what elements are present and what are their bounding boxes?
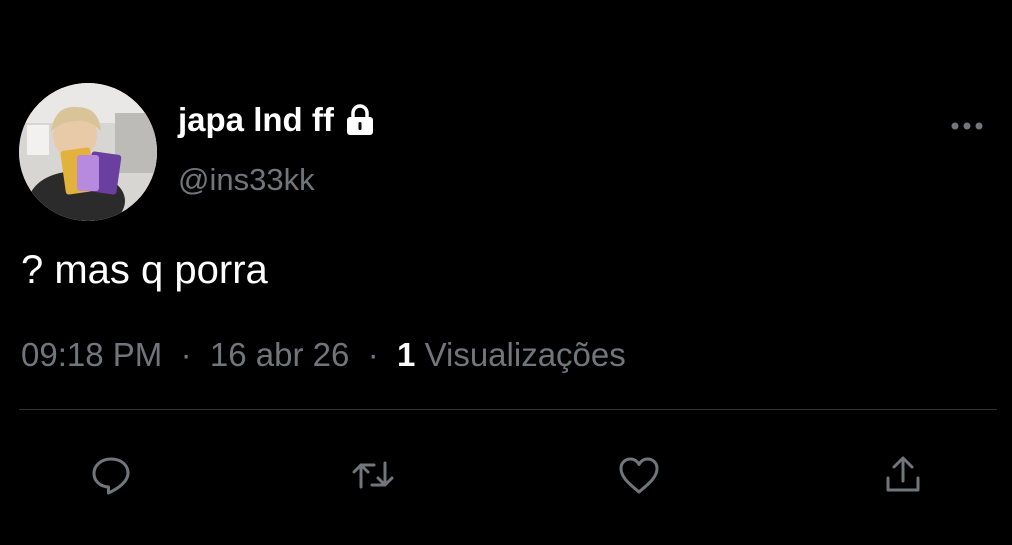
- reply-icon: [89, 453, 133, 497]
- views-count: 1: [397, 336, 416, 373]
- retweet-icon: [350, 453, 396, 497]
- tweet-time[interactable]: 09:18 PM: [21, 336, 162, 373]
- avatar-photo: [19, 83, 157, 221]
- meta-separator: ·: [358, 336, 388, 373]
- display-name-text[interactable]: japa lnd ff: [178, 101, 334, 139]
- tweet-text: ? mas q porra: [21, 248, 268, 292]
- display-name[interactable]: japa lnd ff: [178, 101, 378, 139]
- tweet-date[interactable]: 16 abr 26: [210, 336, 349, 373]
- avatar[interactable]: [19, 83, 157, 221]
- meta-separator: ·: [171, 336, 201, 373]
- share-icon: [881, 453, 925, 497]
- tweet-detail: japa lnd ff @ins33kk ? mas q porra 09:18…: [0, 0, 1012, 545]
- like-icon: [616, 454, 662, 496]
- reply-button[interactable]: [84, 448, 138, 502]
- share-button[interactable]: [876, 448, 930, 502]
- views-label: Visualizações: [424, 336, 626, 373]
- divider: [19, 409, 997, 410]
- retweet-button[interactable]: [346, 448, 400, 502]
- user-handle[interactable]: @ins33kk: [178, 162, 315, 198]
- more-icon[interactable]: [948, 116, 986, 136]
- lock-icon: [342, 102, 378, 138]
- tweet-metadata: 09:18 PM · 16 abr 26 · 1 Visualizações: [21, 336, 626, 374]
- like-button[interactable]: [612, 448, 666, 502]
